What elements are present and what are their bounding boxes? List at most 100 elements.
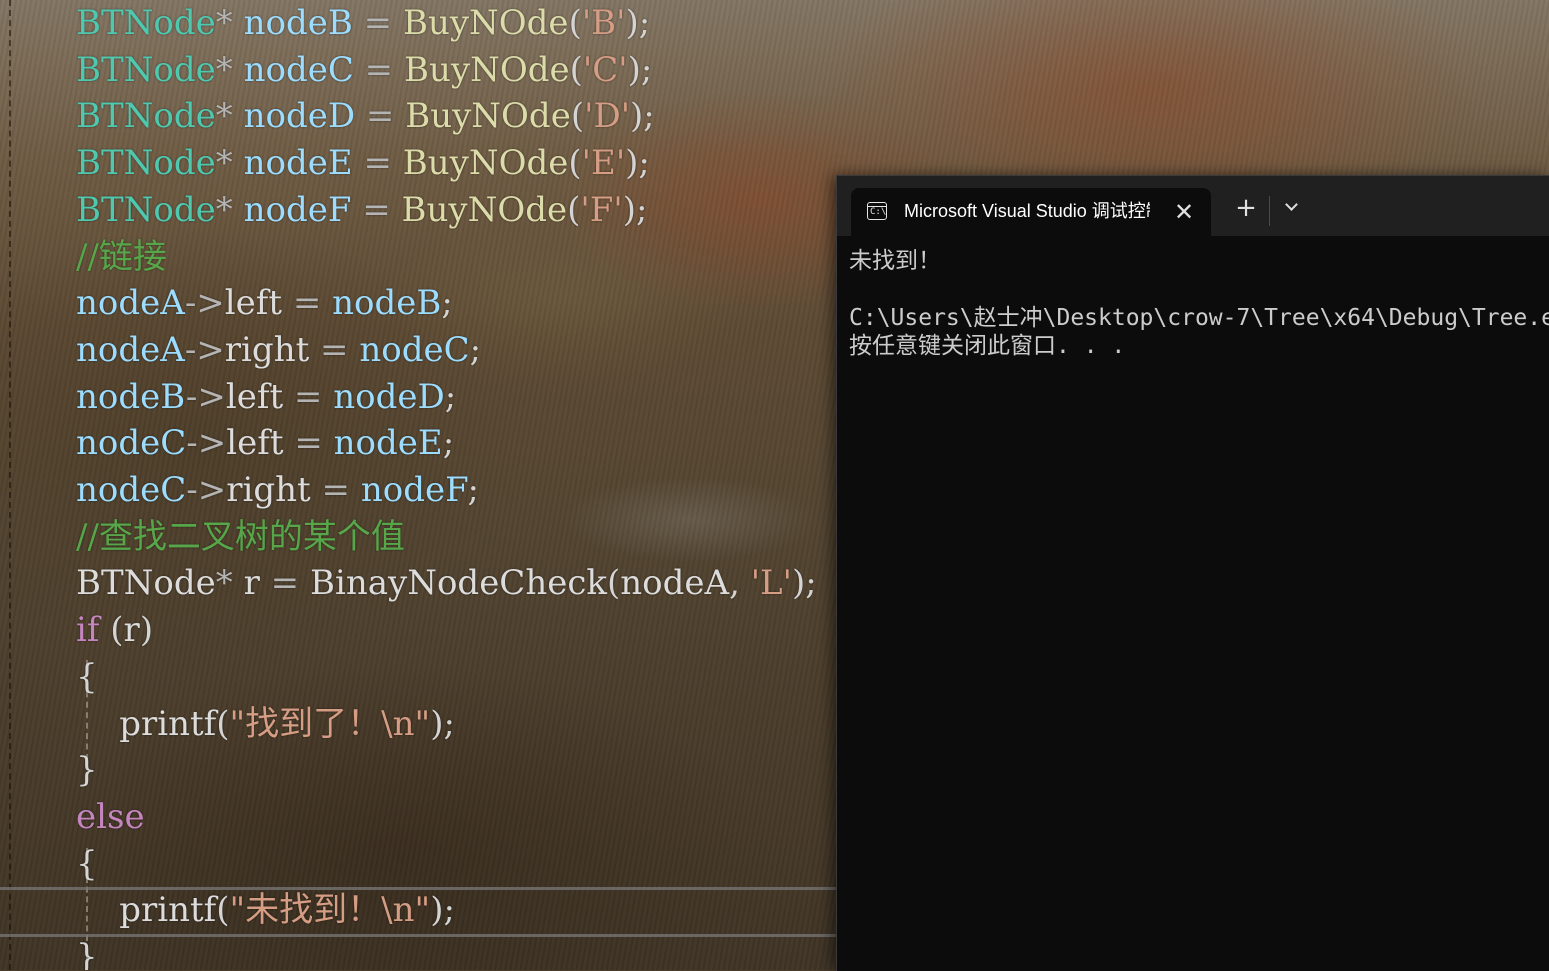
code-line[interactable]: } xyxy=(76,747,98,793)
code-line[interactable]: nodeA->right = nodeC; xyxy=(76,327,481,373)
code-token: * xyxy=(215,143,244,184)
code-token: left xyxy=(224,283,283,324)
code-token: = xyxy=(352,3,403,43)
code-token: nodeB xyxy=(76,376,186,417)
code-token: if xyxy=(76,610,100,651)
code-token: ); xyxy=(625,143,650,184)
close-icon[interactable]: ✕ xyxy=(1170,198,1198,226)
code-token: BinayNodeCheck xyxy=(309,563,607,604)
code-token: printf xyxy=(76,890,217,931)
code-line[interactable]: printf("找到了！\n"); xyxy=(76,701,455,747)
code-token: nodeA xyxy=(76,283,185,324)
code-line[interactable]: nodeC->left = nodeE; xyxy=(76,420,454,466)
code-token: ( xyxy=(607,563,621,604)
code-token: ( xyxy=(216,703,230,744)
code-token: ; xyxy=(467,470,479,510)
code-token: left xyxy=(225,376,284,417)
indent-guide xyxy=(9,0,11,970)
code-line[interactable]: BTNode* nodeD = BuyNOde('D'); xyxy=(76,93,655,139)
code-token: { xyxy=(76,656,98,697)
code-token: = xyxy=(353,49,404,90)
code-token: BTNode xyxy=(76,96,216,137)
code-token: ; xyxy=(444,376,457,417)
code-token: * xyxy=(215,563,244,604)
code-token: right xyxy=(224,329,310,370)
terminal-window[interactable]: C:\ Microsoft Visual Studio 调试控制台 ✕ + 未找… xyxy=(836,175,1549,971)
code-token: left xyxy=(226,423,284,464)
code-line[interactable]: BTNode* r = BinayNodeCheck(nodeA, 'L'); xyxy=(76,560,817,606)
code-line[interactable]: nodeB->left = nodeD; xyxy=(76,374,456,420)
code-token: ( xyxy=(568,143,582,184)
code-line[interactable]: BTNode* nodeF = BuyNOde('F'); xyxy=(76,187,647,233)
code-token: ); xyxy=(630,96,655,137)
code-token: r xyxy=(123,610,140,651)
code-token: = xyxy=(259,563,310,604)
code-line[interactable]: if (r) xyxy=(76,607,153,653)
code-token: r xyxy=(243,563,260,604)
code-token: nodeE xyxy=(243,143,353,184)
code-token: ); xyxy=(791,563,817,604)
code-token: nodeC xyxy=(76,423,187,464)
code-token: printf xyxy=(76,703,217,744)
code-token: -> xyxy=(185,376,226,417)
code-line[interactable]: BTNode* nodeB = BuyNOde('B'); xyxy=(76,0,650,46)
code-token: BuyNOde xyxy=(402,3,569,43)
code-token: 'L' xyxy=(750,563,792,604)
chevron-down-icon[interactable] xyxy=(1277,193,1307,223)
code-token: BTNode xyxy=(76,563,216,604)
code-token: ( xyxy=(569,49,583,90)
code-token: nodeC xyxy=(243,49,354,90)
code-token: //链接 xyxy=(76,236,167,277)
code-line[interactable]: BTNode* nodeC = BuyNOde('C'); xyxy=(76,47,652,93)
code-token: 'C' xyxy=(582,49,628,90)
code-line[interactable]: //链接 xyxy=(76,234,167,280)
code-token: } xyxy=(76,937,98,970)
code-token: else xyxy=(76,796,145,837)
code-line[interactable]: BTNode* nodeE = BuyNOde('E'); xyxy=(76,140,650,186)
terminal-output-line: 按任意键关闭此窗口. . . xyxy=(849,333,1126,359)
code-token: ; xyxy=(442,423,455,464)
code-line[interactable]: printf("未找到！\n"); xyxy=(76,887,455,933)
terminal-tab[interactable]: C:\ Microsoft Visual Studio 调试控制台 ✕ xyxy=(851,188,1211,236)
code-token: nodeF xyxy=(243,189,352,230)
terminal-tab-bar: C:\ Microsoft Visual Studio 调试控制台 ✕ + xyxy=(837,176,1549,236)
code-token: ); xyxy=(625,3,651,43)
code-line[interactable]: else xyxy=(76,794,145,840)
code-token: nodeC xyxy=(359,329,470,370)
code-token: BuyNOde xyxy=(403,49,570,90)
code-token: right xyxy=(226,470,311,510)
code-token: 'D' xyxy=(584,96,631,137)
code-token: 'E' xyxy=(581,143,626,184)
code-token: nodeB xyxy=(332,283,442,324)
code-token: ( xyxy=(570,96,585,137)
code-token: = xyxy=(351,189,402,230)
code-token: nodeB xyxy=(243,3,353,43)
code-token: = xyxy=(283,376,334,417)
code-line[interactable]: nodeC->right = nodeF; xyxy=(76,467,479,513)
code-token: -> xyxy=(186,470,227,510)
code-token: * xyxy=(215,189,244,230)
code-token: nodeF xyxy=(360,470,468,510)
code-line[interactable]: } xyxy=(76,934,98,970)
code-token: ( xyxy=(567,189,581,230)
terminal-output-line: C:\Users\赵士冲\Desktop\crow-7\Tree\x64\Deb… xyxy=(849,305,1549,331)
code-token: ); xyxy=(622,189,648,230)
code-token: nodeA xyxy=(76,329,185,370)
code-token: ) xyxy=(139,610,154,651)
code-token: BTNode xyxy=(76,3,216,43)
code-line[interactable]: //查找二叉树的某个值 xyxy=(76,514,405,560)
code-line[interactable]: nodeA->left = nodeB; xyxy=(76,280,453,326)
code-token: -> xyxy=(186,423,227,464)
tab-divider xyxy=(1269,196,1270,226)
code-line[interactable]: { xyxy=(76,841,98,887)
plus-icon[interactable]: + xyxy=(1230,192,1262,224)
code-token: = xyxy=(283,423,334,464)
code-token: = xyxy=(309,329,360,370)
code-token: { xyxy=(76,843,98,884)
code-token: nodeA xyxy=(620,563,730,604)
code-token: ; xyxy=(441,283,453,324)
code-token: ); xyxy=(627,49,653,90)
console-icon: C:\ xyxy=(867,202,887,220)
terminal-tab-title: Microsoft Visual Studio 调试控制台 xyxy=(904,201,1150,221)
code-line[interactable]: { xyxy=(76,654,98,700)
